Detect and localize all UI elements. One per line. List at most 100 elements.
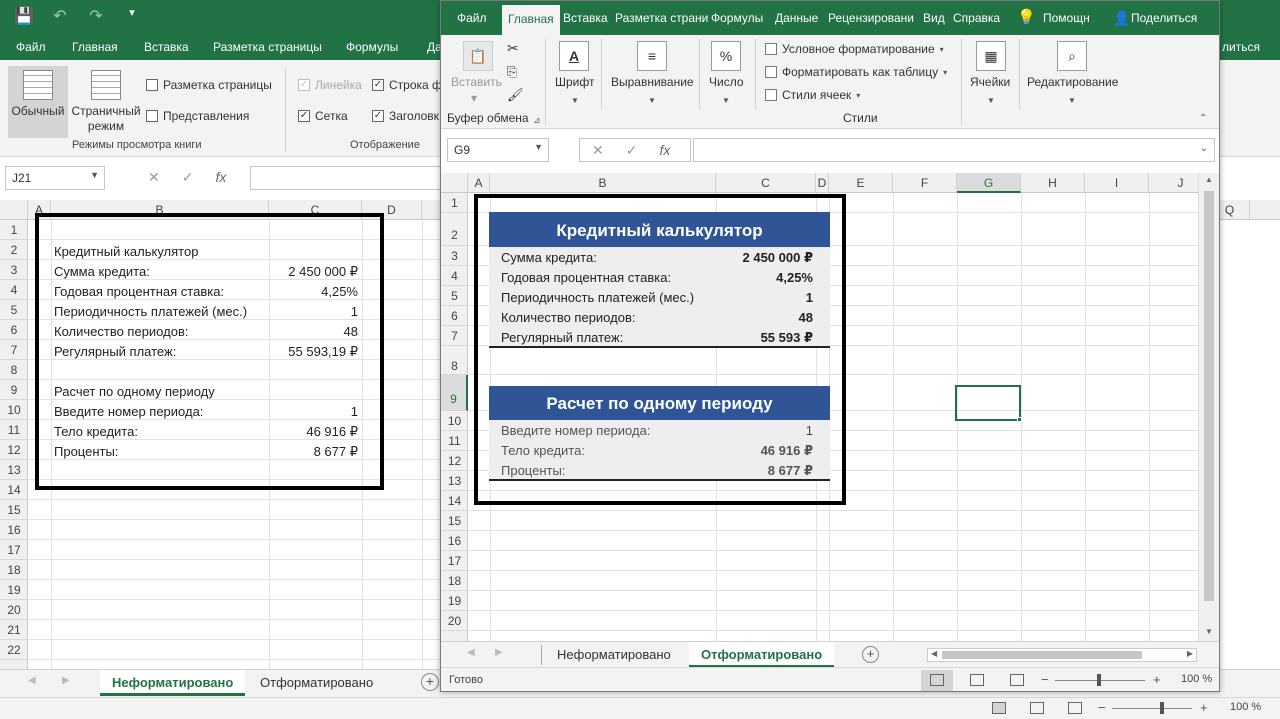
zoom-out-icon[interactable]: − <box>1098 700 1106 715</box>
copy-icon[interactable]: ⎘ <box>507 64 517 79</box>
row-header-16[interactable]: 16 <box>0 520 28 540</box>
row-header-5[interactable]: 5 <box>441 286 468 306</box>
expand-formula-bar-icon[interactable]: ⌄ <box>1200 143 1208 154</box>
tab-home[interactable]: Главная <box>502 5 560 35</box>
selected-cell-g9[interactable] <box>955 385 1021 421</box>
row-header-3[interactable]: 3 <box>0 260 28 280</box>
row-header-16[interactable]: 16 <box>441 531 468 551</box>
zoom-slider[interactable] <box>1112 708 1192 709</box>
row-header-2[interactable]: 2 <box>441 213 468 246</box>
row-header-6[interactable]: 6 <box>441 306 468 326</box>
tab-view[interactable]: Вид <box>923 1 945 35</box>
front-name-box[interactable]: G9 ▼ <box>447 138 549 162</box>
cells-label[interactable]: Ячейки <box>970 75 1010 90</box>
fx-icon[interactable]: fx <box>215 169 226 186</box>
tab-formulas[interactable]: Формулы <box>346 40 398 54</box>
row-header-6[interactable]: 6 <box>0 320 28 340</box>
alignment-label[interactable]: Выравнивание <box>611 75 694 90</box>
select-all-corner[interactable] <box>441 173 468 193</box>
scroll-up-icon[interactable]: ▲ <box>1205 175 1213 184</box>
row-header-11[interactable]: 11 <box>0 420 28 440</box>
gridlines-checkbox[interactable]: ✓ Сетка <box>298 109 348 123</box>
share-button[interactable]: Поделиться <box>1131 1 1197 35</box>
cut-icon[interactable]: ✂ <box>507 41 519 56</box>
zoom-in-icon[interactable]: + <box>1200 700 1208 715</box>
enter-icon[interactable]: ✓ <box>182 169 194 186</box>
cancel-icon[interactable]: ✕ <box>592 142 604 159</box>
add-sheet-icon[interactable]: + <box>862 646 879 663</box>
normal-view-status-icon[interactable] <box>992 702 1006 714</box>
row-header-4[interactable]: 4 <box>441 266 468 286</box>
number-label[interactable]: Число <box>709 75 744 90</box>
scroll-right-icon[interactable]: ▶ <box>62 675 70 686</box>
front-formula-input[interactable]: ⌄ <box>693 138 1215 162</box>
row-header-19[interactable]: 19 <box>0 580 28 600</box>
conditional-formatting-button[interactable]: Условное форматирование ▾ <box>765 42 944 56</box>
row-header-11[interactable]: 11 <box>441 431 468 451</box>
col-header-a[interactable]: A <box>468 173 490 193</box>
col-header-i[interactable]: I <box>1085 173 1149 193</box>
tell-me-label[interactable]: Помощн <box>1043 1 1090 35</box>
cell-styles-button[interactable]: Стили ячеек ▾ <box>765 88 860 102</box>
back-name-box[interactable]: J21 ▼ <box>5 166 105 190</box>
alignment-icon[interactable]: ≡ <box>637 41 667 71</box>
share-button-partial[interactable]: литься <box>1222 40 1260 54</box>
hscroll-thumb[interactable] <box>942 651 1142 659</box>
tab-review[interactable]: Рецензировани <box>828 1 914 35</box>
page-break-status-icon[interactable] <box>1010 674 1024 686</box>
tab-data[interactable]: Данные <box>775 1 818 35</box>
row-header-12[interactable]: 12 <box>441 451 468 471</box>
row-header-22[interactable]: 22 <box>0 640 28 660</box>
row-header-13[interactable]: 13 <box>0 460 28 480</box>
row-header-10[interactable]: 10 <box>0 400 28 420</box>
redo-icon[interactable]: ↷ <box>86 6 106 26</box>
row-header-14[interactable]: 14 <box>0 480 28 500</box>
vertical-scrollbar[interactable]: ▲ ▼ <box>1198 173 1219 641</box>
zoom-in-icon[interactable]: + <box>1153 672 1161 687</box>
paste-label[interactable]: Вставить <box>451 75 502 90</box>
custom-views-button[interactable]: Представления <box>146 109 249 123</box>
scroll-right-icon[interactable]: ▶ <box>495 647 503 658</box>
col-header-d[interactable]: D <box>816 173 829 193</box>
row-header-9[interactable]: 9 <box>441 375 468 411</box>
format-painter-icon[interactable]: 🖌 <box>507 87 524 102</box>
row-header-15[interactable]: 15 <box>0 500 28 520</box>
row-header-19[interactable]: 19 <box>441 591 468 611</box>
col-header-c[interactable]: C <box>716 173 816 193</box>
enter-icon[interactable]: ✓ <box>626 142 638 159</box>
editing-label[interactable]: Редактирование <box>1027 75 1118 90</box>
page-layout-status-icon[interactable] <box>970 674 984 686</box>
back-formula-input[interactable] <box>250 166 450 190</box>
paste-icon[interactable]: 📋 <box>463 41 493 71</box>
row-header-8[interactable]: 8 <box>0 360 28 380</box>
row-header-3[interactable]: 3 <box>441 246 468 266</box>
row-header-18[interactable]: 18 <box>441 571 468 591</box>
row-header-2[interactable]: 2 <box>0 240 28 260</box>
undo-icon[interactable]: ↶ <box>50 6 70 26</box>
font-label[interactable]: Шрифт <box>555 75 594 90</box>
row-header-20[interactable]: 20 <box>441 611 468 631</box>
ruler-checkbox[interactable]: ✓ Линейка <box>298 78 362 92</box>
zoom-level[interactable]: 100 % <box>1230 701 1261 713</box>
row-header-1[interactable]: 1 <box>441 193 468 213</box>
scroll-down-icon[interactable]: ▼ <box>1205 627 1213 636</box>
row-header-20[interactable]: 20 <box>0 600 28 620</box>
row-header-8[interactable]: 8 <box>441 346 468 375</box>
col-header-h[interactable]: H <box>1021 173 1085 193</box>
headings-checkbox[interactable]: ✓ Заголовк <box>372 109 439 123</box>
fx-icon[interactable]: fx <box>659 142 670 159</box>
number-format-icon[interactable]: % <box>711 41 741 71</box>
sheet-tab-unformatted[interactable]: Неформатировано <box>545 642 683 668</box>
row-header-18[interactable]: 18 <box>0 560 28 580</box>
scroll-left-icon[interactable]: ◀ <box>467 647 475 658</box>
normal-view-status-icon[interactable] <box>930 674 944 686</box>
sheet-tab-unformatted[interactable]: Неформатировано <box>100 670 246 696</box>
row-header-9[interactable]: 9 <box>0 380 28 400</box>
zoom-slider-thumb[interactable] <box>1160 702 1164 714</box>
zoom-out-icon[interactable]: − <box>1041 672 1049 687</box>
customize-qat-icon[interactable]: ▾ <box>122 6 142 26</box>
page-break-status-icon[interactable] <box>1068 702 1082 714</box>
row-header-1[interactable]: 1 <box>0 220 28 240</box>
format-as-table-button[interactable]: Форматировать как таблицу ▾ <box>765 65 947 79</box>
col-header-g[interactable]: G <box>957 173 1021 193</box>
